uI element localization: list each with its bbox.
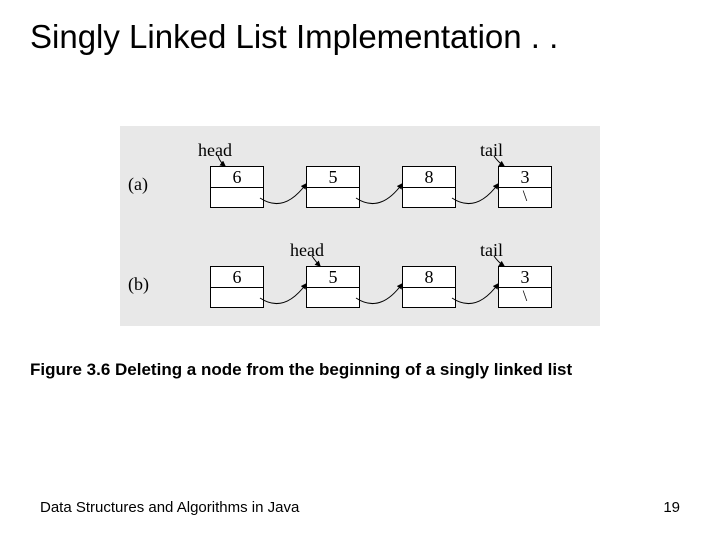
null-marker: \ <box>499 187 551 207</box>
footer-text: Data Structures and Algorithms in Java <box>40 499 299 516</box>
node-b-1: 5 <box>306 266 360 308</box>
node-b-0: 6 <box>210 266 264 308</box>
row-a-label: (a) <box>128 174 148 195</box>
head-label-b: head <box>290 240 324 261</box>
figure-caption: Figure 3.6 Deleting a node from the begi… <box>30 360 690 380</box>
node-b-2: 8 <box>402 266 456 308</box>
node-value: 8 <box>403 167 455 187</box>
figure-panel: (a) head tail 6 5 8 3 \ (b) head tail 6 <box>120 126 600 326</box>
row-b-label: (b) <box>128 274 149 295</box>
head-label-a: head <box>198 140 232 161</box>
node-value: 8 <box>403 267 455 287</box>
node-value: 5 <box>307 167 359 187</box>
node-value: 5 <box>307 267 359 287</box>
node-value: 6 <box>211 167 263 187</box>
node-value: 6 <box>211 267 263 287</box>
node-a-1: 5 <box>306 166 360 208</box>
node-a-3: 3 \ <box>498 166 552 208</box>
node-b-3: 3 \ <box>498 266 552 308</box>
node-a-0: 6 <box>210 166 264 208</box>
tail-label-b: tail <box>480 240 503 261</box>
page-title: Singly Linked List Implementation . . <box>30 18 558 56</box>
node-value: 3 <box>499 267 551 287</box>
slide: Singly Linked List Implementation . . (a… <box>0 0 720 540</box>
tail-label-a: tail <box>480 140 503 161</box>
page-number: 19 <box>663 499 680 516</box>
node-a-2: 8 <box>402 166 456 208</box>
node-value: 3 <box>499 167 551 187</box>
null-marker: \ <box>499 287 551 307</box>
